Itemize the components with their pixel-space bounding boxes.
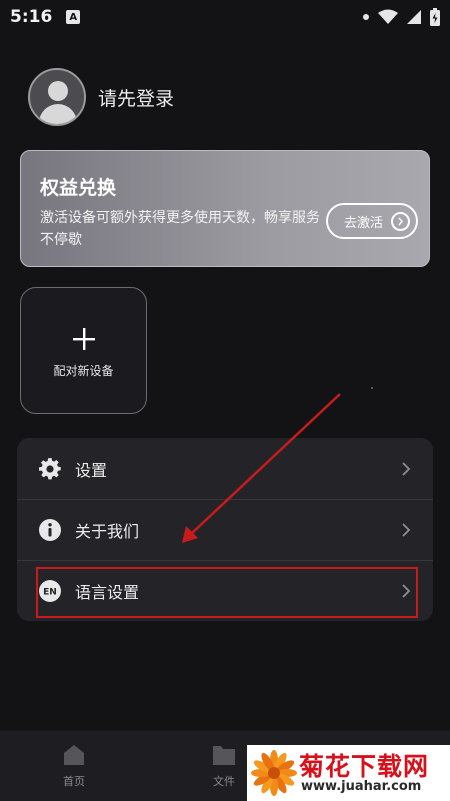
watermark-url: www.juahar.com: [301, 779, 422, 794]
plus-icon: [73, 328, 95, 350]
wifi-icon: [378, 9, 398, 24]
menu-item-about-us[interactable]: 关于我们: [17, 499, 433, 560]
menu-item-settings[interactable]: 设置: [17, 438, 433, 499]
status-time: 5:16: [10, 7, 53, 27]
info-icon: [39, 518, 61, 541]
benefit-redeem-card: 权益兑换 激活设备可额外获得更多使用天数，畅享服务不停歇 去激活: [20, 150, 430, 267]
login-prompt[interactable]: 请先登录: [98, 84, 174, 111]
pair-new-device-label: 配对新设备: [53, 364, 114, 378]
status-icons: [362, 8, 440, 26]
status-bar: 5:16 A: [0, 0, 450, 34]
benefit-title: 权益兑换: [40, 177, 117, 199]
gear-icon: [39, 457, 61, 479]
battery-icon: [430, 8, 440, 26]
avatar: [28, 68, 86, 126]
nav-item-home-label: 首页: [63, 775, 85, 788]
watermark: 菊花下载网 www.juahar.com: [247, 745, 450, 801]
activate-button-label: 去激活: [344, 215, 384, 231]
benefit-description: 激活设备可额外获得更多使用天数，畅享服务不停歇: [40, 210, 320, 248]
avatar-body: [39, 104, 77, 124]
menu-item-settings-label: 设置: [75, 460, 108, 480]
nav-item-files-label: 文件: [213, 775, 235, 788]
watermark-title: 菊花下载网: [299, 752, 430, 781]
chevron-right-icon: [402, 522, 411, 537]
menu-item-about-us-label: 关于我们: [75, 521, 140, 541]
highlight-box: [36, 567, 418, 618]
chevron-right-icon: [402, 461, 411, 476]
nav-item-files[interactable]: 文件: [194, 743, 254, 789]
chevron-right-circle-icon: [391, 212, 410, 231]
signal-dot-icon: [363, 14, 369, 20]
avatar-head: [48, 81, 68, 101]
profile-login[interactable]: 请先登录: [28, 68, 174, 126]
activate-button[interactable]: 去激活: [326, 203, 418, 239]
notification-badge: A: [66, 10, 81, 24]
home-icon: [64, 745, 84, 765]
app-screen: 5:16 A 请先登录 权益兑换 激活设备可额外获得更多使用天数，畅享服务不停歇…: [0, 0, 450, 801]
chrysanthemum-logo-icon: [251, 750, 297, 796]
cell-signal-icon: [407, 10, 421, 24]
folder-icon: [213, 746, 235, 765]
pair-new-device-button[interactable]: 配对新设备: [20, 287, 147, 414]
nav-item-home[interactable]: 首页: [44, 743, 104, 789]
